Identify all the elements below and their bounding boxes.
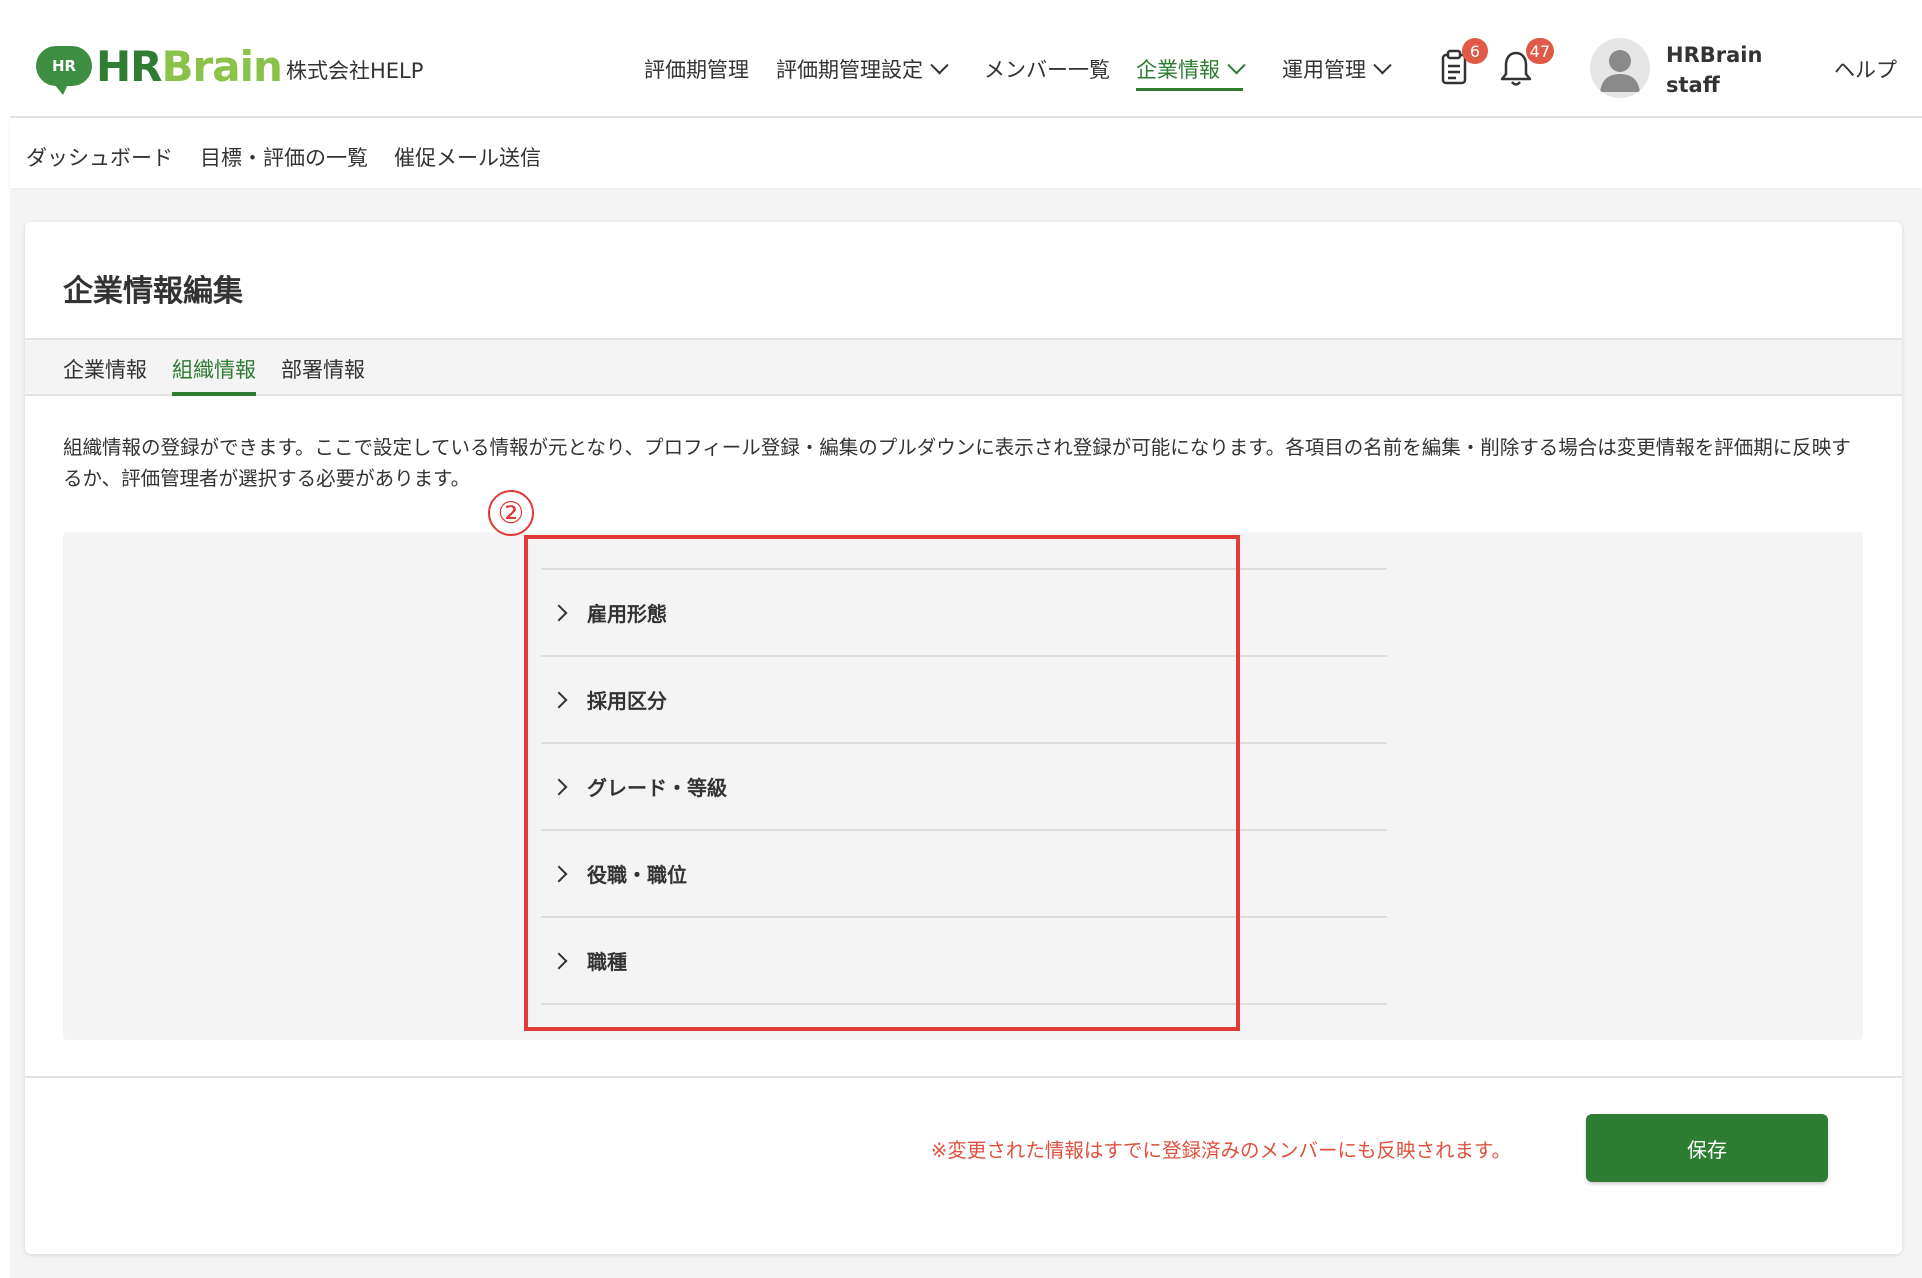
chevron-right-icon [550,778,568,795]
subnav-reminder-mail[interactable]: 催促メール送信 [394,142,541,172]
nav-company-info[interactable]: 企業情報 [1136,54,1246,91]
logo-text: HRBrain [96,41,283,91]
chevron-right-icon [550,865,568,882]
subnav-dashboard[interactable]: ダッシュボード [26,142,173,172]
nav-operations[interactable]: 運用管理 [1282,54,1392,84]
accordion-item-position[interactable]: 役職・職位 [541,831,1387,918]
tab-organization-info[interactable]: 組織情報 [172,354,256,396]
nav-evaluation-settings[interactable]: 評価期管理設定 [776,54,949,84]
chevron-right-icon [550,691,568,708]
tab-department-info[interactable]: 部署情報 [281,354,365,384]
company-name: 株式会社HELP [286,59,424,83]
accordion-item-hiring-category[interactable]: 採用区分 [541,657,1387,744]
tasks-badge: 6 [1462,38,1488,64]
avatar[interactable] [1590,38,1650,98]
save-note: ※変更された情報はすでに登録済みのメンバーにも反映されます。 [931,1139,1512,1162]
page-title: 企業情報編集 [63,274,243,309]
help-link[interactable]: ヘルプ [1834,54,1897,84]
subnav-goal-list[interactable]: 目標・評価の一覧 [200,142,368,172]
accordion-item-job-type[interactable]: 職種 [541,918,1387,1005]
accordion-list: 雇用形態 採用区分 グレード・等級 役職・職位 職種 [541,568,1387,1005]
tab-bar: 企業情報 組織情報 部署情報 [25,338,1902,396]
accordion-label: 雇用形態 [587,602,667,626]
accordion-label: 職種 [587,950,627,974]
accordion-label: 採用区分 [587,689,667,713]
chevron-down-icon [1373,55,1392,74]
organization-list-panel: 雇用形態 採用区分 グレード・等級 役職・職位 職種 [63,532,1863,1040]
sub-nav: ダッシュボード 目標・評価の一覧 催促メール送信 [10,118,1922,188]
notifications-button[interactable]: 47 [1498,38,1554,88]
company-info-card: 企業情報編集 企業情報 組織情報 部署情報 組織情報の登録ができます。ここで設定… [25,222,1902,1254]
nav-evaluation-period[interactable]: 評価期管理 [644,54,749,84]
top-header: HR HRBrain 株式会社HELP 評価期管理 評価期管理設定 メンバー一覧… [10,0,1922,118]
chevron-right-icon [550,952,568,969]
accordion-item-employment-type[interactable]: 雇用形態 [541,570,1387,657]
nav-member-list[interactable]: メンバー一覧 [984,54,1110,84]
logo-badge: HR [36,46,92,95]
annotation-number: ② [488,490,534,536]
chevron-down-icon [930,55,949,74]
chevron-right-icon [550,604,568,621]
description-text: 組織情報の登録ができます。ここで設定している情報が元となり、プロフィール登録・編… [63,436,1851,490]
hrbrain-logo[interactable]: HR HRBrain [36,38,283,95]
accordion-label: グレード・等級 [587,776,727,800]
accordion-item-grade[interactable]: グレード・等級 [541,744,1387,831]
chevron-down-icon [1227,55,1246,74]
save-button[interactable]: 保存 [1586,1114,1828,1182]
footer-divider [25,1076,1902,1078]
user-icon [1600,50,1640,92]
notifications-badge: 47 [1525,38,1554,64]
user-name[interactable]: HRBrain staff [1666,40,1762,100]
accordion-label: 役職・職位 [587,863,687,887]
app-root: HR HRBrain 株式会社HELP 評価期管理 評価期管理設定 メンバー一覧… [0,0,1922,1278]
tab-company-info[interactable]: 企業情報 [63,354,147,384]
tasks-button[interactable]: 6 [1436,38,1488,88]
